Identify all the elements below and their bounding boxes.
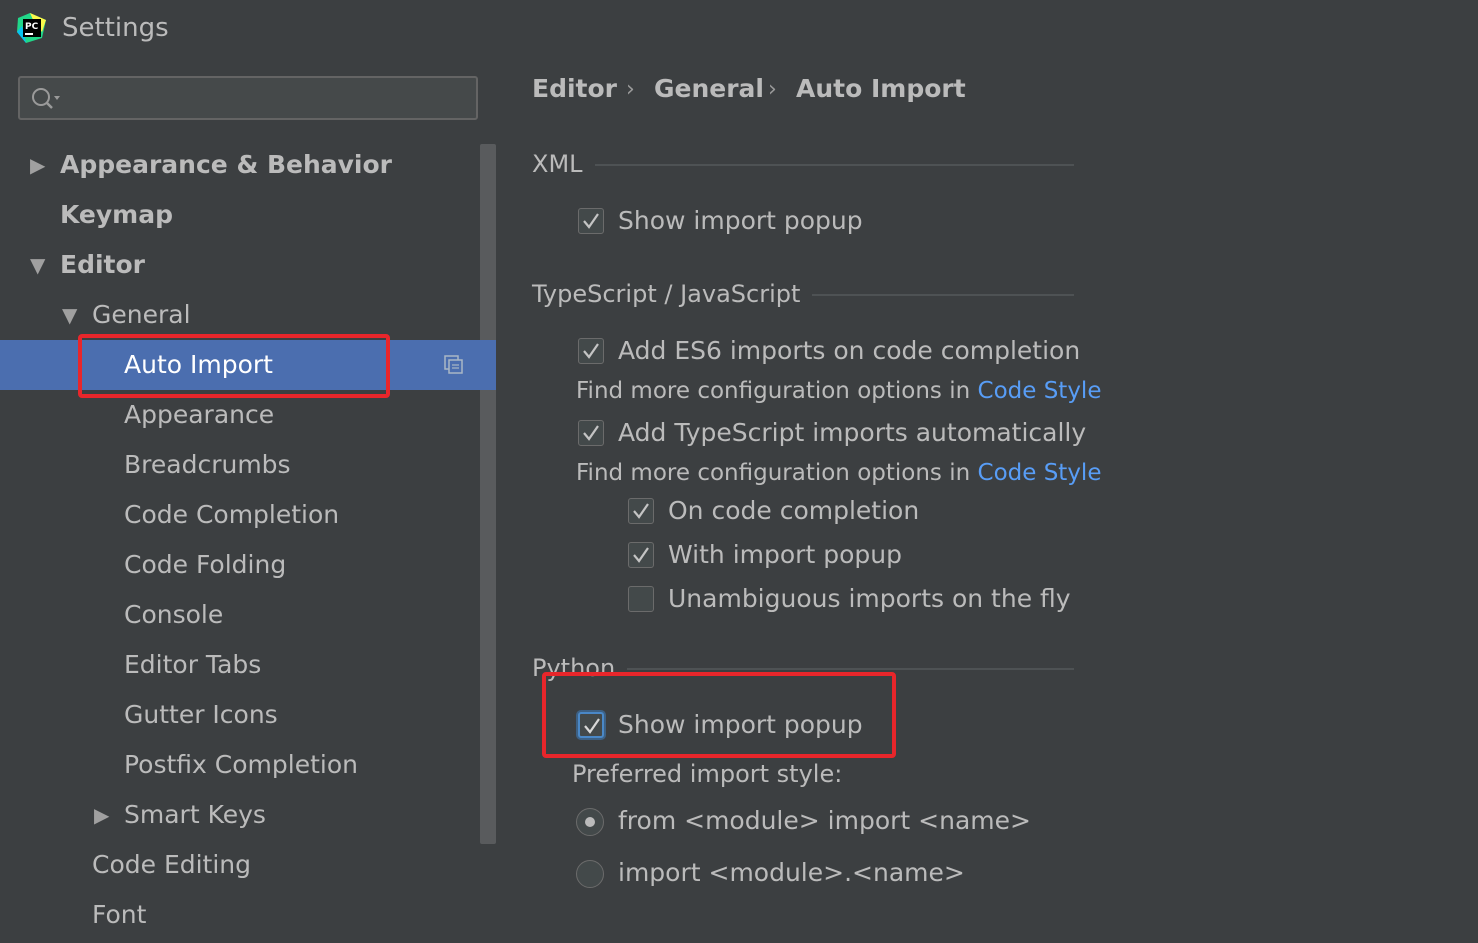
- tree-item-editor-tabs[interactable]: Editor Tabs: [0, 640, 496, 690]
- tree-item-label: Code Editing: [92, 850, 252, 879]
- section-title-python: Python: [532, 654, 628, 682]
- tree-item-label: Appearance: [124, 400, 275, 429]
- preferred-import-style-label: Preferred import style:: [572, 760, 843, 788]
- checkbox[interactable]: [628, 586, 654, 612]
- code-style-link[interactable]: Code Style: [978, 460, 1102, 486]
- tree-item-keymap[interactable]: Keymap: [0, 190, 496, 240]
- tree-item-label: General: [92, 300, 191, 329]
- checkbox[interactable]: [578, 338, 604, 364]
- project-settings-icon: [444, 355, 463, 374]
- collapse-arrow-icon[interactable]: ▼: [62, 290, 77, 340]
- expand-arrow-icon[interactable]: ▶: [94, 790, 109, 840]
- tree-item-appearance[interactable]: Appearance: [0, 390, 496, 440]
- tree-item-auto-import[interactable]: Auto Import: [0, 340, 496, 390]
- checkbox-label: Unambiguous imports on the fly: [668, 584, 1071, 613]
- tree-item-code-completion[interactable]: Code Completion: [0, 490, 496, 540]
- hint-code-style-1: Find more configuration options in Code …: [576, 378, 1101, 404]
- section-title-typescript: TypeScript / JavaScript: [532, 280, 813, 308]
- tree-item-label: Auto Import: [124, 350, 273, 379]
- checkmark-icon: [633, 547, 649, 563]
- tree-item-label: Editor: [60, 250, 145, 279]
- checkbox-label: On code completion: [668, 496, 920, 525]
- tree-item-postfix-completion[interactable]: Postfix Completion: [0, 740, 496, 790]
- checkbox-label: Show import popup: [618, 206, 863, 235]
- title-bar: PC Settings: [0, 0, 1478, 56]
- checkbox-label: With import popup: [668, 540, 902, 569]
- pycharm-logo-icon: PC: [17, 13, 46, 43]
- checkmark-icon: [584, 718, 600, 734]
- tree-item-breadcrumbs[interactable]: Breadcrumbs: [0, 440, 496, 490]
- checkmark-icon: [583, 213, 599, 229]
- checkbox[interactable]: [628, 498, 654, 524]
- tree-item-label: Code Folding: [124, 550, 287, 579]
- tree-item-font[interactable]: Font: [0, 890, 496, 940]
- hint-text: Find more configuration options in: [576, 378, 978, 404]
- checkmark-icon: [633, 503, 649, 519]
- checkbox-label: Add ES6 imports on code completion: [618, 336, 1081, 365]
- tree-item-editor[interactable]: ▼ Editor: [0, 240, 496, 290]
- breadcrumb-item-editor[interactable]: Editor: [532, 74, 617, 106]
- settings-content: Editor › General › Auto Import XML Show …: [498, 56, 1478, 943]
- breadcrumb-separator: ›: [626, 77, 635, 102]
- collapse-arrow-icon[interactable]: ▼: [30, 240, 45, 290]
- hint-code-style-2: Find more configuration options in Code …: [576, 460, 1101, 486]
- tree-item-console[interactable]: Console: [0, 590, 496, 640]
- checkbox-label: Add TypeScript imports automatically: [618, 418, 1087, 447]
- tree-item-label: Font: [92, 900, 147, 929]
- tree-item-label: Breadcrumbs: [124, 450, 291, 479]
- radio-selected-dot: [585, 817, 595, 827]
- search-icon[interactable]: [30, 86, 64, 112]
- tree-item-label: Appearance & Behavior: [60, 150, 392, 179]
- code-style-link[interactable]: Code Style: [978, 378, 1102, 404]
- radio-label: import <module>.<name>: [618, 858, 965, 887]
- search-box[interactable]: [18, 76, 478, 120]
- tree-item-smart-keys[interactable]: ▶ Smart Keys: [0, 790, 496, 840]
- tree-item-label: Keymap: [60, 200, 174, 229]
- tree-item-code-editing[interactable]: Code Editing: [0, 840, 496, 890]
- tree-item-general[interactable]: ▼ General: [0, 290, 496, 340]
- radio-button[interactable]: [576, 860, 604, 888]
- section-divider: [618, 668, 1074, 670]
- breadcrumb-item-auto-import: Auto Import: [796, 74, 966, 103]
- checkbox[interactable]: [628, 542, 654, 568]
- tree-item-gutter-icons[interactable]: Gutter Icons: [0, 690, 496, 740]
- settings-sidebar: ▶ Appearance & Behavior Keymap ▼ Editor …: [0, 56, 498, 943]
- radio-button[interactable]: [576, 808, 604, 836]
- tree-item-label: Code Completion: [124, 500, 340, 529]
- hint-text: Find more configuration options in: [576, 460, 978, 486]
- checkbox-label: Show import popup: [618, 710, 863, 739]
- tree-item-label: Smart Keys: [124, 800, 266, 829]
- checkbox[interactable]: [578, 420, 604, 446]
- checkmark-icon: [583, 343, 599, 359]
- radio-label: from <module> import <name>: [618, 806, 1031, 835]
- checkbox[interactable]: [578, 208, 604, 234]
- expand-arrow-icon[interactable]: ▶: [30, 140, 45, 190]
- section-title-xml: XML: [532, 150, 595, 178]
- section-divider: [804, 294, 1074, 296]
- tree-item-label: Postfix Completion: [124, 750, 358, 779]
- window-title: Settings: [62, 13, 169, 43]
- checkmark-icon: [583, 425, 599, 441]
- tree-item-label: Console: [124, 600, 224, 629]
- tree-item-code-folding[interactable]: Code Folding: [0, 540, 496, 590]
- breadcrumb-separator: ›: [768, 77, 777, 102]
- section-divider: [594, 164, 1074, 166]
- svg-text:PC: PC: [25, 22, 39, 32]
- search-input[interactable]: [70, 78, 468, 120]
- tree-item-appearance-behavior[interactable]: ▶ Appearance & Behavior: [0, 140, 496, 190]
- tree-item-label: Editor Tabs: [124, 650, 262, 679]
- breadcrumb-item-general[interactable]: General: [654, 74, 764, 106]
- tree-item-label: Gutter Icons: [124, 700, 278, 729]
- checkbox[interactable]: [578, 712, 604, 738]
